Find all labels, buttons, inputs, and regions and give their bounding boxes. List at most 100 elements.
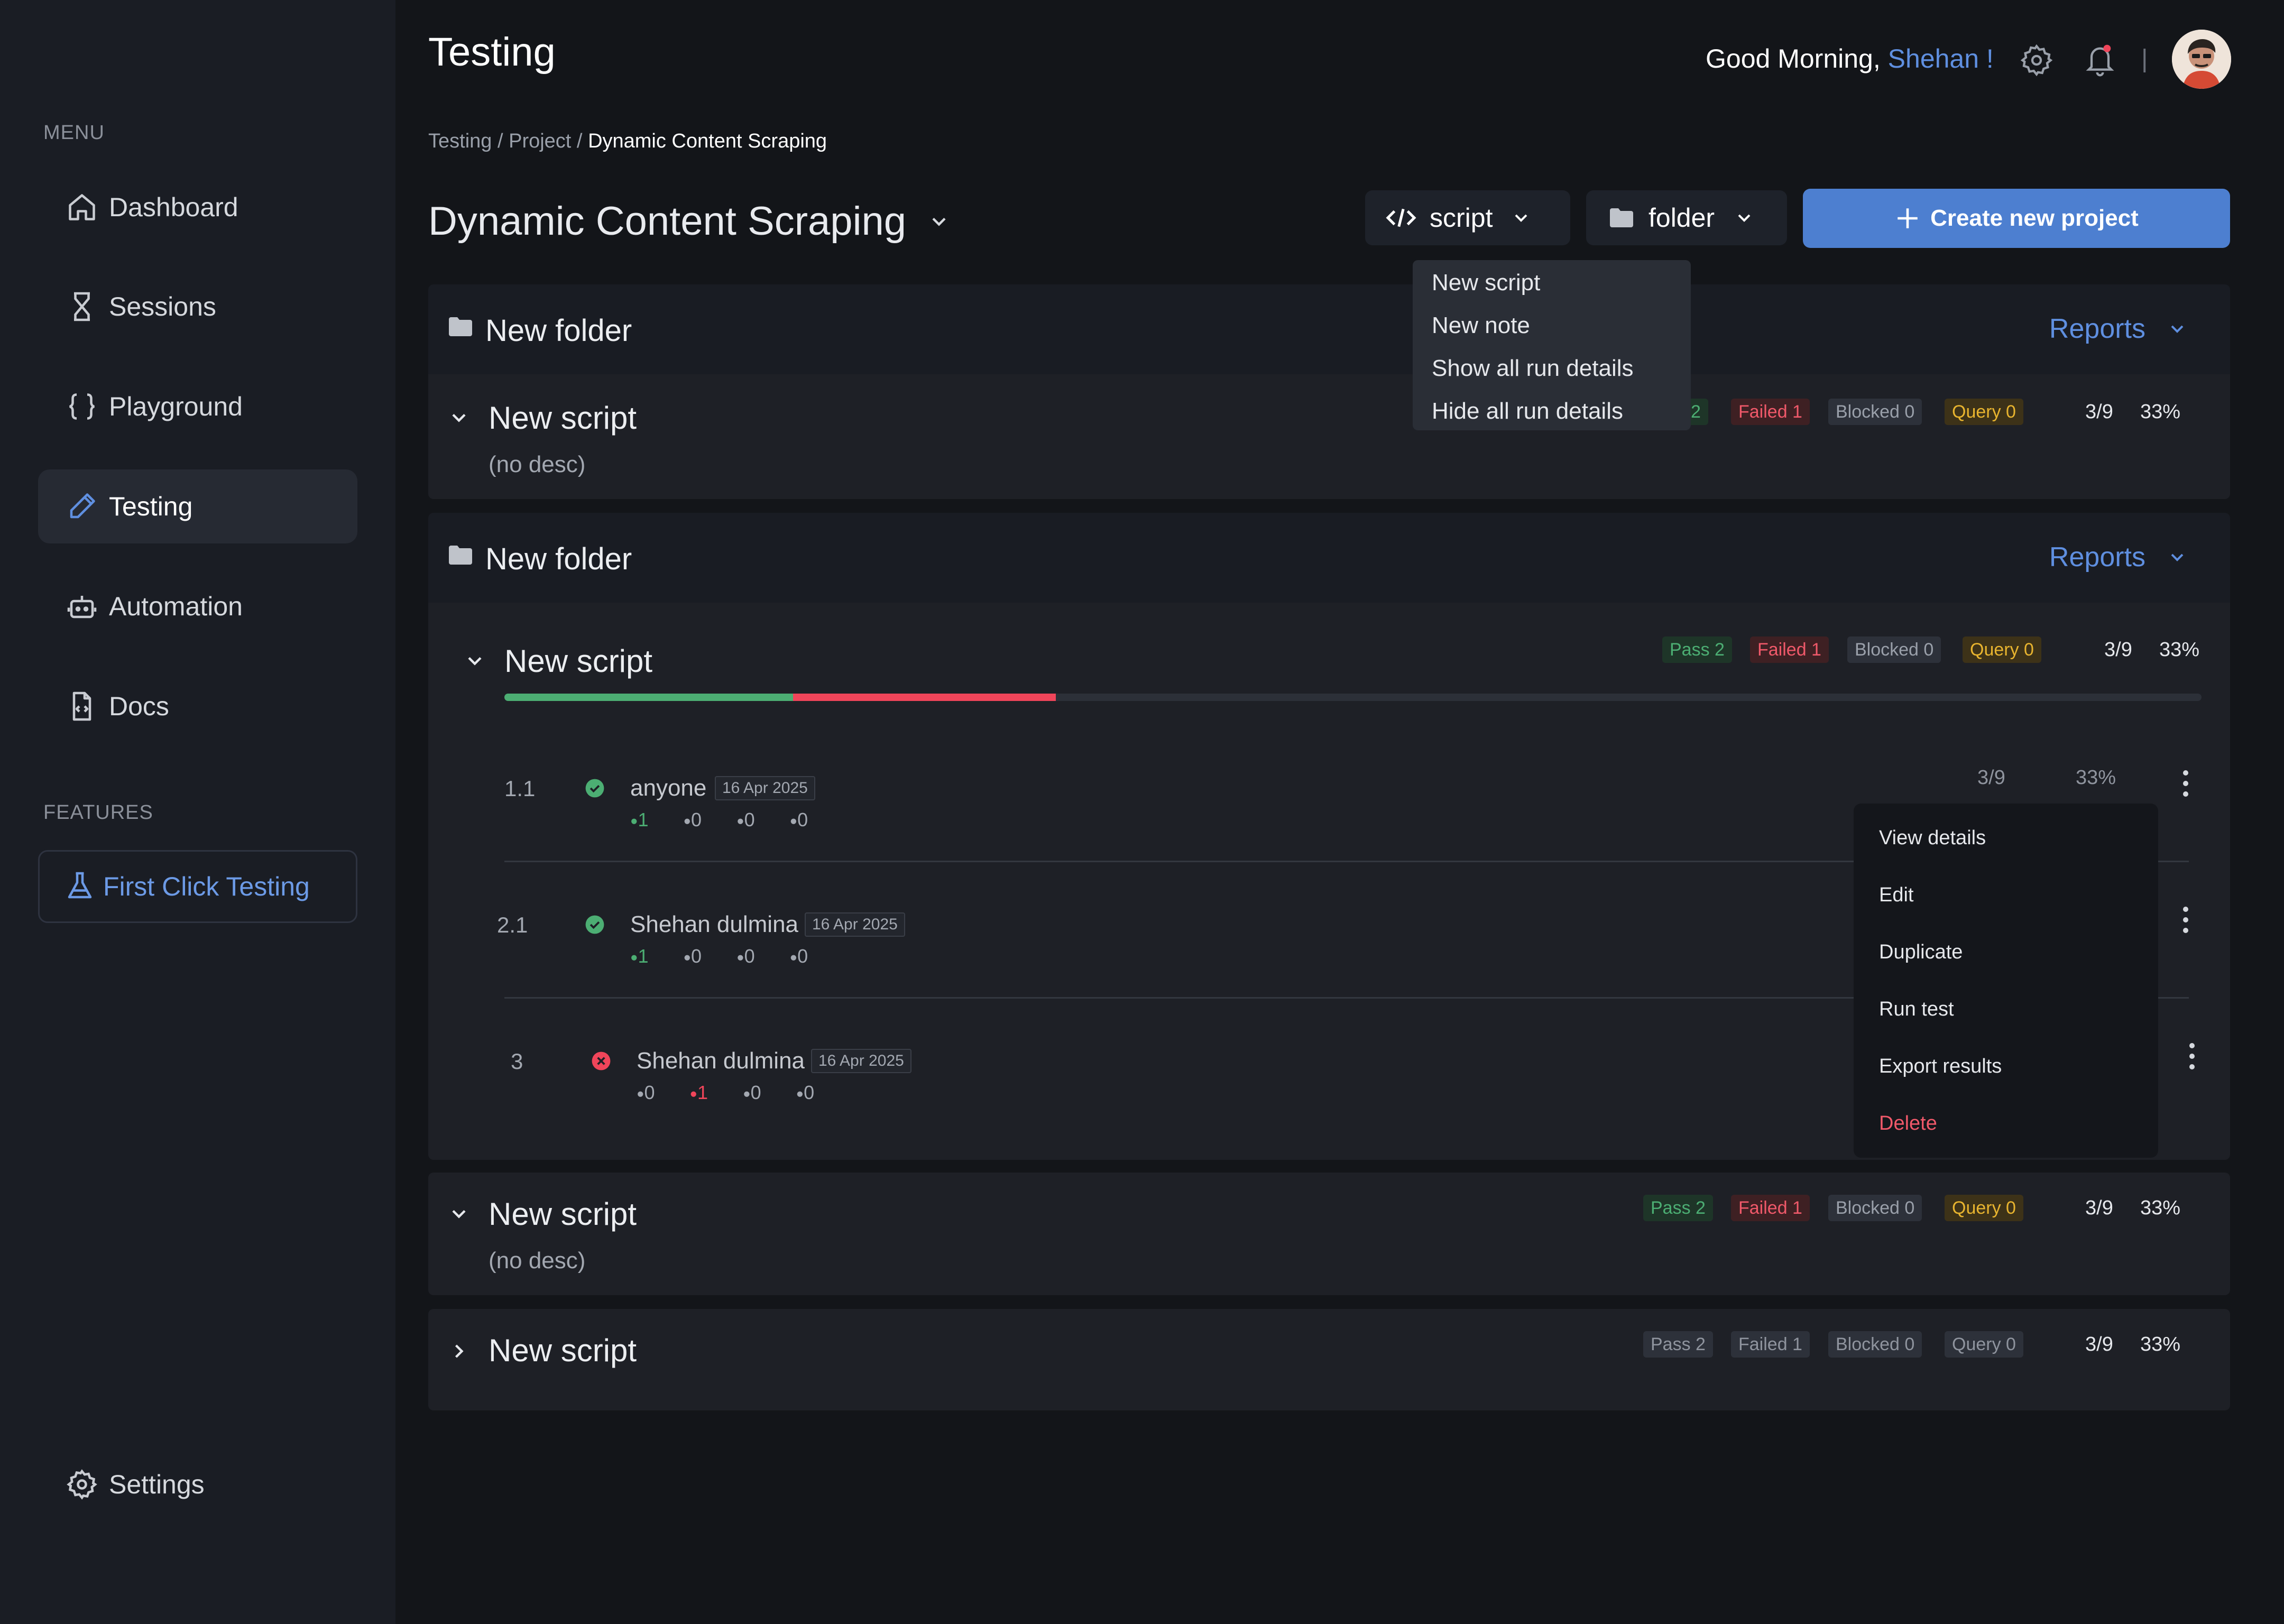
completion-ratio: 3/9 xyxy=(2104,639,2132,661)
reports-button[interactable]: Reports xyxy=(2049,541,2188,573)
script-button-label: script xyxy=(1430,203,1493,233)
pass-count: ●1 xyxy=(630,809,649,831)
sidebar-item-automation[interactable]: Automation xyxy=(38,569,357,643)
breadcrumb-testing[interactable]: Testing xyxy=(428,130,492,152)
create-new-project-button[interactable]: Create new project xyxy=(1803,189,2230,248)
first-click-testing-label: First Click Testing xyxy=(103,872,310,901)
script-menu-button[interactable]: script xyxy=(1365,190,1570,245)
sidebar-item-dashboard[interactable]: Dashboard xyxy=(38,170,357,244)
sidebar-item-testing[interactable]: Testing xyxy=(38,469,357,543)
breadcrumb-project[interactable]: Project xyxy=(509,130,571,152)
user-name: Shehan ! xyxy=(1887,44,1994,73)
menu-item-run-test[interactable]: Run test xyxy=(1879,998,1954,1021)
sidebar: MENU Dashboard Sessions Playground Testi… xyxy=(0,0,395,1624)
progress-fail-segment xyxy=(793,694,1056,701)
query-count: ●0 xyxy=(789,809,808,831)
run-tester-name[interactable]: Shehan dulmina xyxy=(630,911,798,938)
run-counts: ●1 ●0 ●0 ●0 xyxy=(630,945,808,967)
breadcrumb-current: Dynamic Content Scraping xyxy=(588,130,827,152)
run-number: 2.1 xyxy=(497,912,528,937)
more-options-icon[interactable] xyxy=(2182,1040,2202,1072)
breadcrumb-separator: / xyxy=(492,130,509,152)
menu-item-view-details[interactable]: View details xyxy=(1879,827,1986,850)
folder-header[interactable]: New folder Reports xyxy=(428,513,2230,603)
folder-menu-button[interactable]: folder xyxy=(1586,190,1787,245)
script-title[interactable]: New script xyxy=(504,643,652,679)
first-click-testing-button[interactable]: First Click Testing xyxy=(38,850,357,923)
script-card xyxy=(428,374,2230,499)
run-tester-name[interactable]: Shehan dulmina xyxy=(637,1048,805,1074)
completion-ratio: 3/9 xyxy=(2085,401,2113,423)
menu-item-hide-run-details[interactable]: Hide all run details xyxy=(1432,398,1623,425)
code-file-icon xyxy=(62,687,102,726)
menu-item-delete[interactable]: Delete xyxy=(1879,1112,1937,1135)
project-title: Dynamic Content Scraping xyxy=(428,199,906,244)
chevron-down-icon[interactable] xyxy=(447,1202,471,1225)
completion-percent: 33% xyxy=(2140,1333,2181,1355)
failed-badge: Failed 1 xyxy=(1731,1195,1810,1221)
run-ratio: 3/9 xyxy=(1977,767,2005,789)
run-tester-name[interactable]: anyone xyxy=(630,775,706,801)
chevron-down-icon xyxy=(2167,318,2188,339)
home-icon xyxy=(62,188,102,227)
flask-icon xyxy=(64,871,96,902)
robot-icon xyxy=(62,587,102,626)
x-circle-icon xyxy=(591,1051,611,1071)
sidebar-item-label: Settings xyxy=(109,1470,205,1499)
failed-badge: Failed 1 xyxy=(1731,399,1810,425)
run-context-menu: View details Edit Duplicate Run test Exp… xyxy=(1854,804,2158,1158)
script-card xyxy=(428,1173,2230,1295)
menu-item-show-run-details[interactable]: Show all run details xyxy=(1432,355,1634,382)
run-counts: ●1 ●0 ●0 ●0 xyxy=(630,809,808,831)
failed-badge: Failed 1 xyxy=(1750,636,1829,663)
more-options-icon[interactable] xyxy=(2176,904,2195,936)
script-title[interactable]: New script xyxy=(489,1332,637,1369)
script-title[interactable]: New script xyxy=(489,1196,637,1232)
completion-ratio: 3/9 xyxy=(2085,1333,2113,1355)
menu-item-new-note[interactable]: New note xyxy=(1432,312,1530,339)
sidebar-item-playground[interactable]: Playground xyxy=(38,370,357,444)
menu-item-new-script[interactable]: New script xyxy=(1432,270,1540,296)
sidebar-item-docs[interactable]: Docs xyxy=(38,669,357,743)
menu-item-duplicate[interactable]: Duplicate xyxy=(1879,941,1963,964)
more-options-icon[interactable] xyxy=(2176,768,2195,799)
menu-item-export-results[interactable]: Export results xyxy=(1879,1055,2002,1078)
chevron-down-icon[interactable] xyxy=(463,649,486,672)
check-circle-icon xyxy=(585,915,605,935)
chevron-down-icon[interactable] xyxy=(447,406,471,429)
sidebar-item-settings[interactable]: Settings xyxy=(38,1447,357,1521)
blocked-badge: Blocked 0 xyxy=(1828,399,1922,425)
blocked-count: ●0 xyxy=(743,1082,761,1103)
script-title[interactable]: New script xyxy=(489,400,637,436)
chevron-right-icon[interactable] xyxy=(447,1340,471,1363)
folder-header[interactable]: New folder Reports xyxy=(428,284,2230,374)
blocked-badge: Blocked 0 xyxy=(1828,1331,1922,1358)
menu-item-edit[interactable]: Edit xyxy=(1879,884,1913,907)
script-dropdown-menu: New script New note Show all run details… xyxy=(1413,260,1691,430)
blocked-count: ●0 xyxy=(736,809,755,831)
avatar[interactable] xyxy=(2172,30,2231,89)
sidebar-item-label: Sessions xyxy=(109,292,216,321)
code-icon xyxy=(1385,205,1417,231)
sidebar-item-sessions[interactable]: Sessions xyxy=(38,270,357,344)
features-label: FEATURES xyxy=(43,801,153,824)
plus-icon xyxy=(1894,205,1921,232)
pass-badge: Pass 2 xyxy=(1643,1331,1713,1358)
run-number: 3 xyxy=(511,1049,523,1074)
run-percent: 33% xyxy=(2076,767,2116,789)
page-header-title: Testing xyxy=(428,30,556,75)
sidebar-item-label: Docs xyxy=(109,691,169,721)
project-title-selector[interactable]: Dynamic Content Scraping xyxy=(428,198,951,244)
run-date: 16 Apr 2025 xyxy=(805,912,905,937)
blocked-count: ●0 xyxy=(736,945,755,967)
blocked-badge: Blocked 0 xyxy=(1828,1195,1922,1221)
run-date: 16 Apr 2025 xyxy=(715,776,815,800)
reports-label: Reports xyxy=(2049,313,2145,344)
reports-button[interactable]: Reports xyxy=(2049,313,2188,345)
run-date: 16 Apr 2025 xyxy=(811,1049,911,1073)
notification-bell-icon[interactable] xyxy=(2083,41,2117,78)
chevron-down-icon xyxy=(2167,547,2188,568)
settings-gear-icon[interactable] xyxy=(2020,43,2053,77)
menu-label: MENU xyxy=(43,122,105,144)
progress-pass-segment xyxy=(504,694,793,701)
